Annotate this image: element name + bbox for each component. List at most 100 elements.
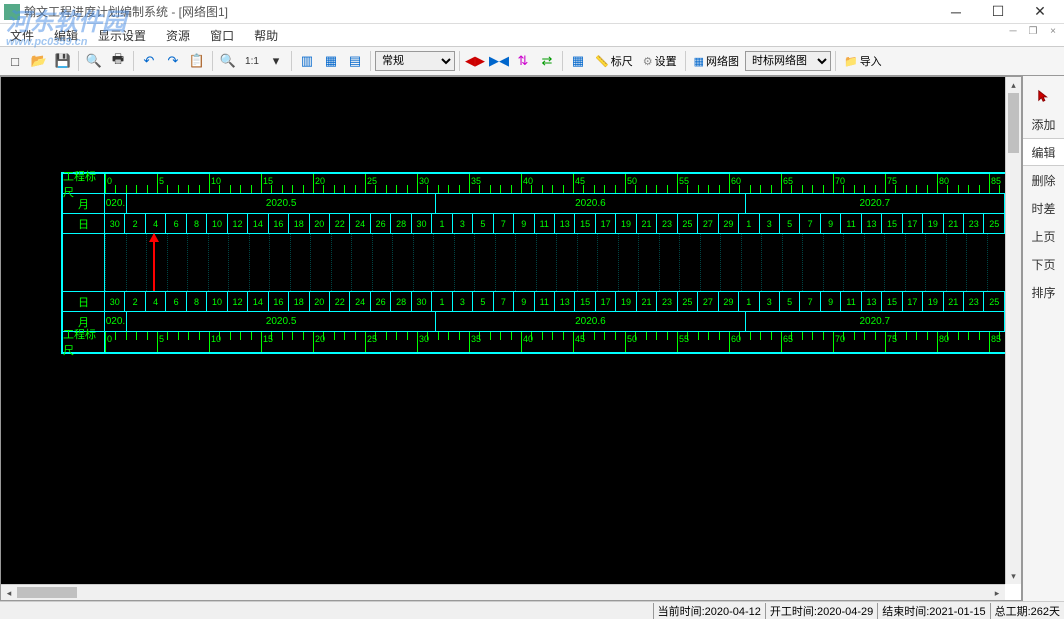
- day-cell: 16: [269, 214, 289, 233]
- vertical-scrollbar[interactable]: ▴ ▾: [1005, 77, 1021, 584]
- hflip-icon[interactable]: ⇄: [536, 50, 558, 72]
- menu-file[interactable]: 文件: [6, 25, 38, 46]
- day-cell: 3: [760, 292, 780, 311]
- day-cell: 15: [882, 292, 902, 311]
- scroll-right-icon[interactable]: ▸: [989, 585, 1005, 600]
- scroll-down-icon[interactable]: ▾: [1006, 568, 1021, 584]
- vscroll-thumb[interactable]: [1008, 93, 1019, 153]
- day-cell: 27: [698, 214, 718, 233]
- day-cell: 9: [821, 292, 841, 311]
- day-cell: 19: [923, 214, 943, 233]
- style-combo[interactable]: 常规: [375, 51, 455, 71]
- day-cell: 24: [350, 292, 370, 311]
- menu-resource[interactable]: 资源: [162, 25, 194, 46]
- menu-help[interactable]: 帮助: [250, 25, 282, 46]
- grid-icon[interactable]: ▦: [567, 50, 589, 72]
- preview-icon[interactable]: 🔍: [83, 50, 105, 72]
- day-cell: 26: [371, 292, 391, 311]
- ruler-mark: 5: [159, 176, 164, 186]
- scroll-up-icon[interactable]: ▴: [1006, 77, 1021, 93]
- side-prev[interactable]: 上页: [1023, 222, 1064, 250]
- side-sort[interactable]: 排序: [1023, 278, 1064, 306]
- maximize-button[interactable]: ☐: [978, 1, 1018, 23]
- day-cell: 20: [310, 214, 330, 233]
- gantt-label: [63, 234, 105, 292]
- ruler-button[interactable]: 📏标尺: [591, 50, 637, 72]
- side-next[interactable]: 下页: [1023, 250, 1064, 278]
- horizontal-scrollbar[interactable]: ◂ ▸: [1, 584, 1005, 600]
- minimize-button[interactable]: ─: [936, 1, 976, 23]
- hscroll-thumb[interactable]: [17, 587, 77, 598]
- side-panel: 添加 编辑 删除 时差 上页 下页 排序: [1022, 76, 1064, 601]
- month-cell: 2020.6: [436, 312, 745, 331]
- days-row-bottom: 3024681012141618202224262830135791113151…: [105, 292, 1005, 311]
- side-add[interactable]: 添加: [1023, 110, 1064, 138]
- day-cell: 15: [575, 214, 595, 233]
- scroll-left-icon[interactable]: ◂: [1, 585, 17, 600]
- day-cell: 1: [432, 214, 452, 233]
- save-icon[interactable]: 💾: [52, 50, 74, 72]
- arrow-right-icon[interactable]: ▶◀: [488, 50, 510, 72]
- day-cell: 9: [514, 292, 534, 311]
- day-cell: 17: [903, 292, 923, 311]
- open-icon[interactable]: 📂: [28, 50, 50, 72]
- day-cell: 4: [146, 292, 166, 311]
- day-cell: 16: [269, 292, 289, 311]
- settings-button[interactable]: ⚙设置: [639, 50, 681, 72]
- day-cell: 22: [330, 214, 350, 233]
- layout1-icon[interactable]: ▥: [296, 50, 318, 72]
- status-bar: 当前时间:2020-04-12 开工时间:2020-04-29 结束时间:202…: [0, 601, 1064, 619]
- menu-bar: 文件 编辑 显示设置 资源 窗口 帮助 ─ ❐ ×: [0, 24, 1064, 46]
- undo-icon[interactable]: ↶: [138, 50, 160, 72]
- vflip-icon[interactable]: ⇅: [512, 50, 534, 72]
- month-cell: 2020.7: [746, 194, 1005, 213]
- side-slack[interactable]: 时差: [1023, 194, 1064, 222]
- day-cell: 7: [494, 292, 514, 311]
- month-cell: 2020.7: [746, 312, 1005, 331]
- status-end: 结束时间:2021-01-15: [877, 603, 989, 619]
- redo-icon[interactable]: ↷: [162, 50, 184, 72]
- day-cell: 5: [780, 214, 800, 233]
- arrow-left-icon[interactable]: ◀▶: [464, 50, 486, 72]
- netgraph-button[interactable]: ▦网络图: [690, 50, 743, 72]
- layout2-icon[interactable]: ▦: [320, 50, 342, 72]
- gantt-body[interactable]: [105, 234, 1005, 291]
- day-cell: 21: [637, 214, 657, 233]
- import-button[interactable]: 📁导入: [840, 50, 886, 72]
- menu-display[interactable]: 显示设置: [94, 25, 150, 46]
- menu-edit[interactable]: 编辑: [50, 25, 82, 46]
- months-row-top: 020.2020.52020.62020.7: [105, 194, 1005, 213]
- day-cell: 5: [473, 292, 493, 311]
- ruler-label-bottom: 工程标尺: [63, 332, 105, 352]
- day-cell: 29: [719, 292, 739, 311]
- side-delete[interactable]: 删除: [1023, 166, 1064, 194]
- close-button[interactable]: ✕: [1020, 1, 1060, 23]
- timenet-combo[interactable]: 时标网络图: [745, 51, 831, 71]
- zoom-11-icon[interactable]: 1:1: [241, 50, 263, 72]
- day-cell: 13: [862, 292, 882, 311]
- pointer-tool[interactable]: [1023, 82, 1064, 110]
- canvas[interactable]: 工程标尺 0510152025303540455055606570758085 …: [1, 77, 1005, 584]
- print-icon[interactable]: 🖶: [107, 50, 129, 72]
- day-cell: 20: [310, 292, 330, 311]
- new-icon[interactable]: □: [4, 50, 26, 72]
- day-cell: 18: [289, 214, 309, 233]
- day-cell: 1: [739, 214, 759, 233]
- menu-window[interactable]: 窗口: [206, 25, 238, 46]
- mdi-close-icon[interactable]: ×: [1046, 26, 1060, 37]
- mdi-min-icon[interactable]: ─: [1006, 26, 1020, 37]
- side-edit[interactable]: 编辑: [1023, 138, 1064, 166]
- day-cell: 25: [678, 214, 698, 233]
- status-start: 开工时间:2020-04-29: [765, 603, 877, 619]
- zoom-dropdown-icon[interactable]: ▾: [265, 50, 287, 72]
- copy-icon[interactable]: 📋: [186, 50, 208, 72]
- ruler-mark: 5: [159, 334, 164, 344]
- mdi-restore-icon[interactable]: ❐: [1026, 26, 1040, 37]
- days-row-top: 3024681012141618202224262830135791113151…: [105, 214, 1005, 233]
- day-cell: 1: [739, 292, 759, 311]
- day-cell: 1: [432, 292, 452, 311]
- layout3-icon[interactable]: ▤: [344, 50, 366, 72]
- current-time-marker: [153, 234, 155, 291]
- zoom-icon[interactable]: 🔍: [217, 50, 239, 72]
- day-cell: 19: [616, 214, 636, 233]
